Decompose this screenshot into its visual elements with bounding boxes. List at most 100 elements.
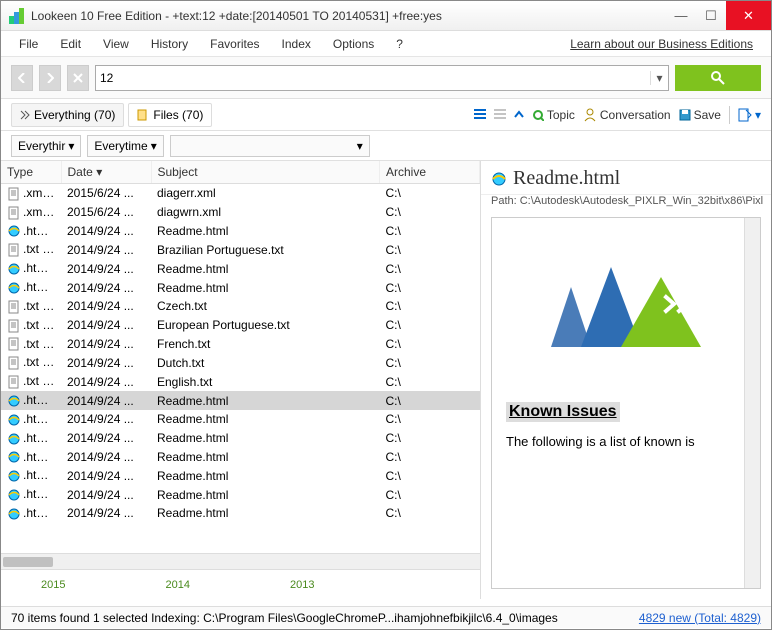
tab-files[interactable]: Files (70)	[128, 103, 212, 127]
timeline-year[interactable]: 2015	[41, 579, 65, 591]
status-text: 70 items found 1 selected Indexing: C:\P…	[11, 611, 558, 625]
cell-type: .html ...	[1, 259, 61, 278]
search-dropdown-icon[interactable]: ▾	[650, 71, 668, 85]
nav-forward-button[interactable]	[39, 65, 61, 91]
everything-filter[interactable]: Everythir ▾	[11, 135, 81, 157]
cell-type: .html ...	[1, 222, 61, 241]
topic-button[interactable]: Topic	[532, 108, 575, 122]
cell-type: .txt File	[1, 335, 61, 354]
everytime-filter[interactable]: Everytime ▾	[87, 135, 163, 157]
table-row[interactable]: .html ...2014/9/24 ...Readme.htmlC:\	[1, 485, 480, 504]
table-row[interactable]: .txt File2014/9/24 ...European Portugues…	[1, 316, 480, 335]
table-row[interactable]: .html ...2014/9/24 ...Readme.htmlC:\	[1, 504, 480, 523]
timeline[interactable]: 2015 2014 2013	[1, 569, 480, 599]
table-row[interactable]: .html ...2014/9/24 ...Readme.htmlC:\	[1, 391, 480, 410]
table-row[interactable]: .html ...2014/9/24 ...Readme.htmlC:\	[1, 222, 480, 241]
table-row[interactable]: .xml File2015/6/24 ...diagerr.xmlC:\	[1, 184, 480, 203]
table-row[interactable]: .html ...2014/9/24 ...Readme.htmlC:\	[1, 278, 480, 297]
menu-help[interactable]: ?	[388, 34, 411, 54]
preview-heading: Known Issues	[506, 402, 620, 422]
menu-favorites[interactable]: Favorites	[202, 34, 267, 54]
table-row[interactable]: .txt File2014/9/24 ...Brazilian Portugue…	[1, 240, 480, 259]
cell-subject: Readme.html	[151, 259, 380, 278]
titlebar: Lookeen 10 Free Edition - +text:12 +date…	[1, 1, 771, 31]
nav-clear-button[interactable]	[67, 65, 89, 91]
cell-type: .html ...	[1, 466, 61, 485]
layout-split-icon[interactable]	[494, 109, 506, 121]
files-icon	[137, 109, 149, 121]
table-row[interactable]: .html ...2014/9/24 ...Readme.htmlC:\	[1, 429, 480, 448]
table-row[interactable]: .html ...2014/9/24 ...Readme.htmlC:\	[1, 410, 480, 429]
col-subject[interactable]: Subject	[151, 161, 380, 184]
window-title: Lookeen 10 Free Edition - +text:12 +date…	[31, 9, 666, 23]
horizontal-scrollbar[interactable]	[1, 553, 480, 569]
cell-subject: diagwrn.xml	[151, 203, 380, 222]
sort-desc-icon: ▾	[96, 165, 102, 179]
layout-list-icon[interactable]	[474, 109, 486, 121]
save-button[interactable]: Save	[679, 108, 721, 122]
cell-subject: Readme.html	[151, 448, 380, 467]
search-input[interactable]: 12 ▾	[95, 65, 669, 91]
table-row[interactable]: .html ...2014/9/24 ...Readme.htmlC:\	[1, 466, 480, 485]
menu-options[interactable]: Options	[325, 34, 382, 54]
col-type[interactable]: Type	[1, 161, 61, 184]
status-new-link[interactable]: 4829 new (Total: 4829)	[639, 611, 761, 625]
cell-subject: Readme.html	[151, 429, 380, 448]
cell-archive: C:\	[380, 335, 480, 354]
cell-type: .txt File	[1, 353, 61, 372]
menu-history[interactable]: History	[143, 34, 196, 54]
table-row[interactable]: .txt File2014/9/24 ...Dutch.txtC:\	[1, 353, 480, 372]
menu-index[interactable]: Index	[274, 34, 319, 54]
nav-back-button[interactable]	[11, 65, 33, 91]
cell-date: 2014/9/24 ...	[61, 278, 151, 297]
menu-edit[interactable]: Edit	[52, 34, 89, 54]
preview-pane: Readme.html Path: C:\Autodesk\Autodesk_P…	[481, 161, 771, 599]
cell-type: .txt File	[1, 372, 61, 391]
cell-type: .html ...	[1, 448, 61, 467]
col-archive[interactable]: Archive	[380, 161, 480, 184]
cell-date: 2014/9/24 ...	[61, 335, 151, 354]
cell-date: 2014/9/24 ...	[61, 429, 151, 448]
table-row[interactable]: .html ...2014/9/24 ...Readme.htmlC:\	[1, 448, 480, 467]
tab-everything[interactable]: Everything (70)	[11, 103, 124, 127]
cell-date: 2014/9/24 ...	[61, 240, 151, 259]
menu-file[interactable]: File	[11, 34, 46, 54]
table-row[interactable]: .xml File2015/6/24 ...diagwrn.xmlC:\	[1, 203, 480, 222]
menu-view[interactable]: View	[95, 34, 137, 54]
cell-archive: C:\	[380, 184, 480, 203]
search-button[interactable]	[675, 65, 761, 91]
timeline-year[interactable]: 2014	[165, 579, 189, 591]
table-row[interactable]: .txt File2014/9/24 ...English.txtC:\	[1, 372, 480, 391]
cell-date: 2014/9/24 ...	[61, 410, 151, 429]
preview-content[interactable]: Known Issues The following is a list of …	[491, 217, 761, 589]
minimize-button[interactable]: —	[666, 1, 696, 30]
results-table: Type Date ▾ Subject Archive .xml File201…	[1, 161, 480, 523]
col-date[interactable]: Date ▾	[61, 161, 151, 184]
close-button[interactable]: ✕	[726, 1, 771, 30]
cell-date: 2014/9/24 ...	[61, 504, 151, 523]
cell-subject: diagerr.xml	[151, 184, 380, 203]
table-row[interactable]: .html ...2014/9/24 ...Readme.htmlC:\	[1, 259, 480, 278]
cell-type: .html ...	[1, 278, 61, 297]
maximize-button[interactable]: ☐	[696, 1, 726, 30]
cell-subject: Readme.html	[151, 466, 380, 485]
cell-subject: Readme.html	[151, 485, 380, 504]
edit-button[interactable]: ▾	[738, 108, 761, 122]
cell-type: .xml File	[1, 184, 61, 203]
cell-archive: C:\	[380, 297, 480, 316]
cell-archive: C:\	[380, 448, 480, 467]
cell-type: .html ...	[1, 410, 61, 429]
collapse-icon[interactable]	[514, 110, 524, 120]
extra-filter[interactable]: ▾	[170, 135, 370, 157]
cell-date: 2015/6/24 ...	[61, 203, 151, 222]
search-input-value: 12	[100, 71, 113, 85]
app-logo-icon	[9, 8, 25, 24]
table-row[interactable]: .txt File2014/9/24 ...French.txtC:\	[1, 335, 480, 354]
business-editions-link[interactable]: Learn about our Business Editions	[562, 34, 761, 54]
cell-subject: European Portuguese.txt	[151, 316, 380, 335]
preview-scrollbar[interactable]	[744, 218, 760, 588]
timeline-year[interactable]: 2013	[290, 579, 314, 591]
conversation-button[interactable]: Conversation	[583, 108, 671, 122]
html-file-icon	[7, 432, 21, 446]
table-row[interactable]: .txt File2014/9/24 ...Czech.txtC:\	[1, 297, 480, 316]
